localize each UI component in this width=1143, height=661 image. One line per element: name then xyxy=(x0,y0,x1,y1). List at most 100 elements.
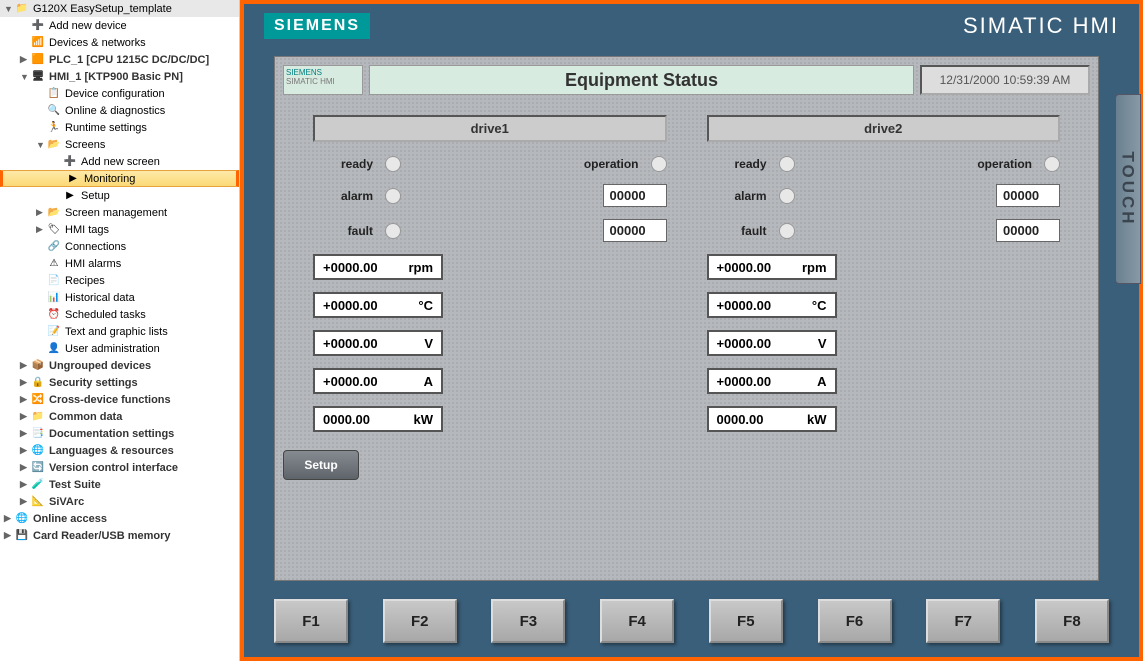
tree-item[interactable]: 📊Historical data xyxy=(0,289,239,306)
ready-led-icon xyxy=(385,156,401,172)
tree-item[interactable]: ▶🔒Security settings xyxy=(0,374,239,391)
tree-item[interactable]: ▶🌐Languages & resources xyxy=(0,442,239,459)
measurement-field[interactable]: +0000.00A xyxy=(313,368,443,394)
tree-item[interactable]: ▶🏷HMI tags xyxy=(0,221,239,238)
tree-item[interactable]: 📶Devices & networks xyxy=(0,34,239,51)
tree-item[interactable]: ▶🔄Version control interface xyxy=(0,459,239,476)
tree-item[interactable]: ▶Setup xyxy=(0,187,239,204)
measurement-field[interactable]: +0000.00V xyxy=(313,330,443,356)
tree-item[interactable]: ▶📐SiVArc xyxy=(0,493,239,510)
drive-panel: drive2readyoperationalarm00000fault00000… xyxy=(707,115,1061,444)
expand-arrow-icon[interactable]: ▶ xyxy=(20,496,30,507)
tree-item[interactable]: ▶📂Screen management xyxy=(0,204,239,221)
measurement-field[interactable]: +0000.00°C xyxy=(313,292,443,318)
tree-label: Screens xyxy=(65,139,105,151)
tree-icon: ➕ xyxy=(62,155,78,169)
expand-arrow-icon[interactable]: ▶ xyxy=(20,445,30,456)
expand-arrow-icon[interactable]: ▶ xyxy=(20,462,30,473)
tree-item[interactable]: ▶🌐Online access xyxy=(0,510,239,527)
setup-button[interactable]: Setup xyxy=(283,450,359,480)
tree-icon: 📋 xyxy=(46,87,62,101)
function-key[interactable]: F5 xyxy=(709,599,783,643)
tree-item[interactable]: ▶🟧PLC_1 [CPU 1215C DC/DC/DC] xyxy=(0,51,239,68)
function-key[interactable]: F8 xyxy=(1035,599,1109,643)
ready-led-icon xyxy=(779,156,795,172)
alarm-led-icon xyxy=(385,188,401,204)
screen-title: Equipment Status xyxy=(369,65,914,95)
tree-icon: 🖥 xyxy=(30,70,46,84)
fault-led-icon xyxy=(779,223,795,239)
tree-item[interactable]: ▶💾Card Reader/USB memory xyxy=(0,527,239,544)
expand-arrow-icon[interactable]: ▼ xyxy=(36,140,46,150)
tree-item[interactable]: 📋Device configuration xyxy=(0,85,239,102)
tree-item[interactable]: ➕Add new screen xyxy=(0,153,239,170)
tree-item[interactable]: 🔗Connections xyxy=(0,238,239,255)
alarm-code-field[interactable]: 00000 xyxy=(996,184,1060,207)
measurement-field[interactable]: +0000.00V xyxy=(707,330,837,356)
expand-arrow-icon[interactable]: ▶ xyxy=(20,377,30,388)
tree-label: Setup xyxy=(81,190,110,202)
tree-item[interactable]: ➕Add new device xyxy=(0,17,239,34)
tree-item[interactable]: ▶📑Documentation settings xyxy=(0,425,239,442)
tree-icon: 🔍 xyxy=(46,104,62,118)
tree-icon: 📦 xyxy=(30,359,46,373)
tree-item[interactable]: 🔍Online & diagnostics xyxy=(0,102,239,119)
measurement-field[interactable]: +0000.00rpm xyxy=(707,254,837,280)
function-key[interactable]: F3 xyxy=(491,599,565,643)
measurement-field[interactable]: +0000.00rpm xyxy=(313,254,443,280)
tree-item[interactable]: ▼📁G120X EasySetup_template xyxy=(0,0,239,17)
tree-label: PLC_1 [CPU 1215C DC/DC/DC] xyxy=(49,54,209,66)
fault-code-field[interactable]: 00000 xyxy=(603,219,667,242)
tree-item[interactable]: 🏃Runtime settings xyxy=(0,119,239,136)
ready-label: ready xyxy=(707,157,767,171)
tree-icon: 🌐 xyxy=(14,512,30,526)
fault-led-icon xyxy=(385,223,401,239)
tree-label: Historical data xyxy=(65,292,135,304)
measurement-field[interactable]: +0000.00A xyxy=(707,368,837,394)
operation-led-icon xyxy=(651,156,667,172)
alarm-code-field[interactable]: 00000 xyxy=(603,184,667,207)
expand-arrow-icon[interactable]: ▼ xyxy=(4,4,14,14)
fault-code-field[interactable]: 00000 xyxy=(996,219,1060,242)
expand-arrow-icon[interactable]: ▶ xyxy=(20,54,30,65)
expand-arrow-icon[interactable]: ▶ xyxy=(36,207,46,218)
expand-arrow-icon[interactable]: ▶ xyxy=(20,360,30,371)
tree-item[interactable]: 📝Text and graphic lists xyxy=(0,323,239,340)
tree-label: Test Suite xyxy=(49,479,101,491)
expand-arrow-icon[interactable]: ▶ xyxy=(20,428,30,439)
expand-arrow-icon[interactable]: ▶ xyxy=(20,479,30,490)
expand-arrow-icon[interactable]: ▶ xyxy=(36,224,46,235)
drive-panel: drive1readyoperationalarm00000fault00000… xyxy=(313,115,667,444)
measurement-field[interactable]: +0000.00°C xyxy=(707,292,837,318)
tree-label: Scheduled tasks xyxy=(65,309,146,321)
tree-item[interactable]: ▼📂Screens xyxy=(0,136,239,153)
expand-arrow-icon[interactable]: ▶ xyxy=(20,394,30,405)
tree-item[interactable]: ▶📦Ungrouped devices xyxy=(0,357,239,374)
ready-label: ready xyxy=(313,157,373,171)
expand-arrow-icon[interactable]: ▼ xyxy=(20,72,30,82)
measurement-field[interactable]: 0000.00kW xyxy=(313,406,443,432)
function-key[interactable]: F7 xyxy=(926,599,1000,643)
tree-item[interactable]: ⏰Scheduled tasks xyxy=(0,306,239,323)
screen-canvas[interactable]: SIEMENSSIMATIC HMI Equipment Status 12/3… xyxy=(274,56,1099,581)
project-tree[interactable]: ▼📁G120X EasySetup_template➕Add new devic… xyxy=(0,0,240,661)
tree-label: Cross-device functions xyxy=(49,394,171,406)
tree-label: Online & diagnostics xyxy=(65,105,165,117)
tree-icon: 📑 xyxy=(30,427,46,441)
function-key[interactable]: F4 xyxy=(600,599,674,643)
expand-arrow-icon[interactable]: ▶ xyxy=(4,513,14,524)
tree-item[interactable]: ▶📁Common data xyxy=(0,408,239,425)
tree-item[interactable]: ▶🔀Cross-device functions xyxy=(0,391,239,408)
expand-arrow-icon[interactable]: ▶ xyxy=(4,530,14,541)
tree-item[interactable]: ⚠HMI alarms xyxy=(0,255,239,272)
tree-item[interactable]: 📄Recipes xyxy=(0,272,239,289)
tree-item[interactable]: ▼🖥HMI_1 [KTP900 Basic PN] xyxy=(0,68,239,85)
function-key[interactable]: F1 xyxy=(274,599,348,643)
tree-item[interactable]: ▶Monitoring xyxy=(0,170,239,187)
function-key[interactable]: F6 xyxy=(818,599,892,643)
function-key[interactable]: F2 xyxy=(383,599,457,643)
tree-item[interactable]: ▶🧪Test Suite xyxy=(0,476,239,493)
expand-arrow-icon[interactable]: ▶ xyxy=(20,411,30,422)
tree-item[interactable]: 👤User administration xyxy=(0,340,239,357)
measurement-field[interactable]: 0000.00kW xyxy=(707,406,837,432)
